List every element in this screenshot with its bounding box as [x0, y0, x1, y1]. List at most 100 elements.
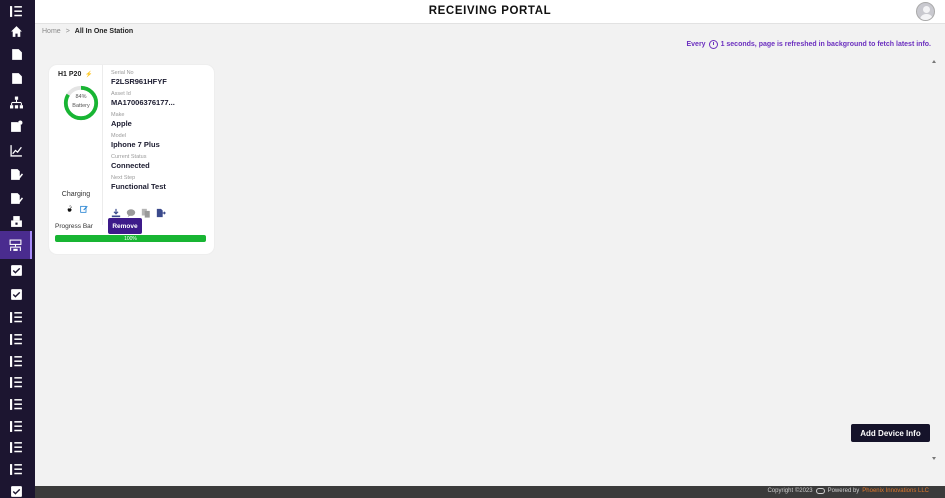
sidebar-item-checklist-2[interactable]: [0, 283, 32, 305]
sidebar: [0, 0, 35, 498]
next-step-label: Next Step: [111, 175, 136, 181]
sidebar-item-list-7[interactable]: [0, 436, 32, 458]
list-icon: [9, 311, 22, 323]
sidebar-item-list-4[interactable]: [0, 371, 32, 393]
serial-label: Serial No: [111, 70, 134, 76]
sidebar-item-checklist-1[interactable]: [0, 259, 32, 281]
next-step-value: Functional Test: [111, 182, 166, 191]
sidebar-item-list-1[interactable]: [0, 306, 32, 328]
company-logo-icon: [815, 488, 825, 494]
list-icon: [9, 5, 22, 17]
checklist-icon: [10, 288, 22, 300]
document-icon: [11, 48, 22, 60]
chart-line-icon: [9, 144, 22, 157]
avatar-body-shape: [920, 14, 933, 20]
list-icon: [9, 420, 22, 432]
footer: Copyright ©2023 Powered by Phoenix Innov…: [35, 486, 945, 498]
scroll-up-arrow-icon[interactable]: [932, 60, 936, 63]
avatar-head-shape: [923, 6, 930, 13]
asset-id-value: MA17006376177...: [111, 98, 175, 107]
model-value: Iphone 7 Plus: [111, 140, 160, 149]
field-make: Make Apple: [111, 112, 211, 128]
clock-icon: [708, 40, 718, 49]
charging-bolt-icon: ⚡: [85, 72, 93, 78]
footer-powered-by: Powered by: [827, 488, 860, 494]
page-title: RECEIVING PORTAL: [428, 5, 552, 17]
edit-document-icon: [10, 168, 23, 180]
breadcrumb-separator: >: [65, 28, 70, 35]
download-icon[interactable]: [111, 208, 121, 218]
sidebar-item-edit-2[interactable]: [0, 187, 32, 209]
document-icon: [11, 72, 22, 84]
checklist-icon: [10, 264, 22, 276]
document-settings-icon: [10, 120, 22, 132]
sidebar-item-edit-1[interactable]: [0, 163, 32, 185]
sidebar-item-list-3[interactable]: [0, 350, 32, 372]
sidebar-item-menu[interactable]: [0, 0, 32, 22]
sidebar-item-documents-2[interactable]: [0, 67, 32, 89]
device-action-row: [111, 208, 166, 218]
current-status-value: Connected: [111, 161, 150, 170]
add-device-info-button[interactable]: Add Device Info: [851, 424, 930, 442]
inventory-icon: [10, 215, 22, 227]
device-name-label: H1 P20: [58, 71, 82, 78]
progress-label: Progress Bar: [55, 223, 93, 230]
field-serial: Serial No F2LSR961HFYF: [111, 70, 211, 86]
scroll-down-arrow-icon[interactable]: [932, 457, 936, 460]
field-asset-id: Asset Id MA17006376177...: [111, 91, 211, 107]
remove-button[interactable]: Remove: [108, 218, 142, 234]
asset-id-label: Asset Id: [111, 91, 131, 97]
device-mini-icons: [66, 205, 88, 213]
sidebar-item-list-5[interactable]: [0, 393, 32, 415]
list-icon: [9, 441, 22, 453]
progress-fill: 100%: [55, 235, 206, 242]
device-name: H1 P20 ⚡: [58, 71, 93, 78]
user-avatar[interactable]: [916, 2, 935, 21]
footer-text: Copyright ©2023 Powered by Phoenix Innov…: [767, 488, 929, 494]
list-icon: [9, 398, 22, 410]
list-icon: [9, 333, 22, 345]
export-document-icon[interactable]: [156, 208, 166, 218]
refresh-note-prefix: Every: [686, 41, 706, 48]
sidebar-item-home[interactable]: [0, 20, 32, 42]
hierarchy-icon: [9, 96, 23, 108]
main-scrollbar[interactable]: [931, 60, 937, 460]
refresh-note-suffix: 1 seconds, page is refreshed in backgrou…: [720, 41, 931, 48]
field-next-step: Next Step Functional Test: [111, 175, 211, 191]
breadcrumb: Home > All In One Station: [42, 28, 133, 35]
charging-status: Charging: [61, 191, 91, 198]
list-icon: [9, 355, 22, 367]
list-icon: [9, 463, 22, 475]
sidebar-item-all-in-one-station[interactable]: [0, 231, 32, 259]
device-info: Serial No F2LSR961HFYF Asset Id MA170063…: [111, 70, 211, 196]
copy-icon[interactable]: [141, 208, 151, 218]
current-status-label: Current Status: [111, 154, 147, 160]
sidebar-item-document-settings[interactable]: [0, 115, 32, 137]
device-card: H1 P20 ⚡ 84% Battery Charging Serial No …: [49, 65, 214, 254]
list-icon: [9, 376, 22, 388]
battery-readout: 84% Battery: [62, 93, 100, 111]
edit-document-icon: [10, 192, 23, 204]
device-card-status-panel: H1 P20 ⚡ 84% Battery Charging: [49, 65, 103, 225]
sidebar-item-checklist-3[interactable]: [0, 480, 32, 498]
comment-icon[interactable]: [126, 208, 136, 218]
sidebar-item-list-2[interactable]: [0, 328, 32, 350]
apple-icon: [67, 205, 72, 212]
refresh-note: Every 1 seconds, page is refreshed in ba…: [686, 40, 931, 49]
sidebar-item-documents[interactable]: [0, 43, 32, 65]
sidebar-item-hierarchy[interactable]: [0, 91, 32, 113]
sidebar-item-inventory[interactable]: [0, 210, 32, 232]
footer-company-link[interactable]: Phoenix Innovations LLC: [862, 488, 929, 494]
station-icon: [9, 239, 21, 251]
battery-label: Battery: [72, 103, 90, 109]
edit-icon[interactable]: [80, 205, 88, 213]
sidebar-item-list-8[interactable]: [0, 458, 32, 480]
battery-percent: 84%: [75, 94, 87, 100]
sidebar-item-reports[interactable]: [0, 139, 32, 161]
serial-value: F2LSR961HFYF: [111, 77, 167, 86]
field-model: Model Iphone 7 Plus: [111, 133, 211, 149]
sidebar-item-list-6[interactable]: [0, 415, 32, 437]
make-value: Apple: [111, 119, 132, 128]
breadcrumb-home-link[interactable]: Home: [42, 28, 61, 35]
checklist-icon: [10, 485, 22, 497]
